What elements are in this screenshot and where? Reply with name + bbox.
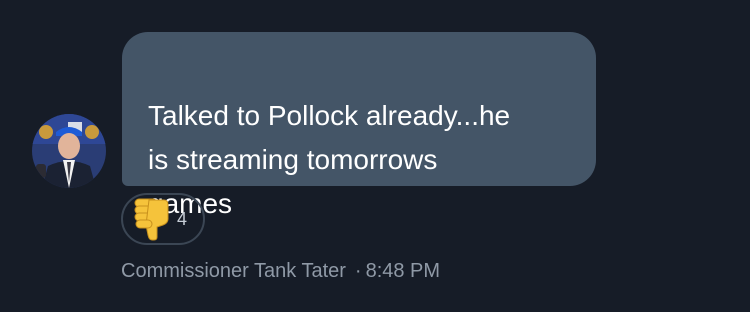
reaction-pill[interactable]: 4 — [121, 193, 205, 245]
meta-separator: · — [354, 260, 362, 282]
sender-avatar-image — [32, 114, 106, 188]
message-text: Talked to Pollock already...he is stream… — [148, 100, 511, 219]
message-meta: Commissioner Tank Tater · 8:48 PM — [121, 258, 440, 284]
thumbs-down-icon — [134, 198, 169, 241]
sender-name[interactable]: Commissioner Tank Tater — [121, 260, 346, 282]
message-bubble[interactable]: Talked to Pollock already...he is stream… — [122, 32, 596, 219]
reaction-count: 4 — [177, 208, 188, 229]
message-timestamp: 8:48 PM — [365, 260, 441, 282]
sender-avatar[interactable] — [32, 114, 106, 188]
